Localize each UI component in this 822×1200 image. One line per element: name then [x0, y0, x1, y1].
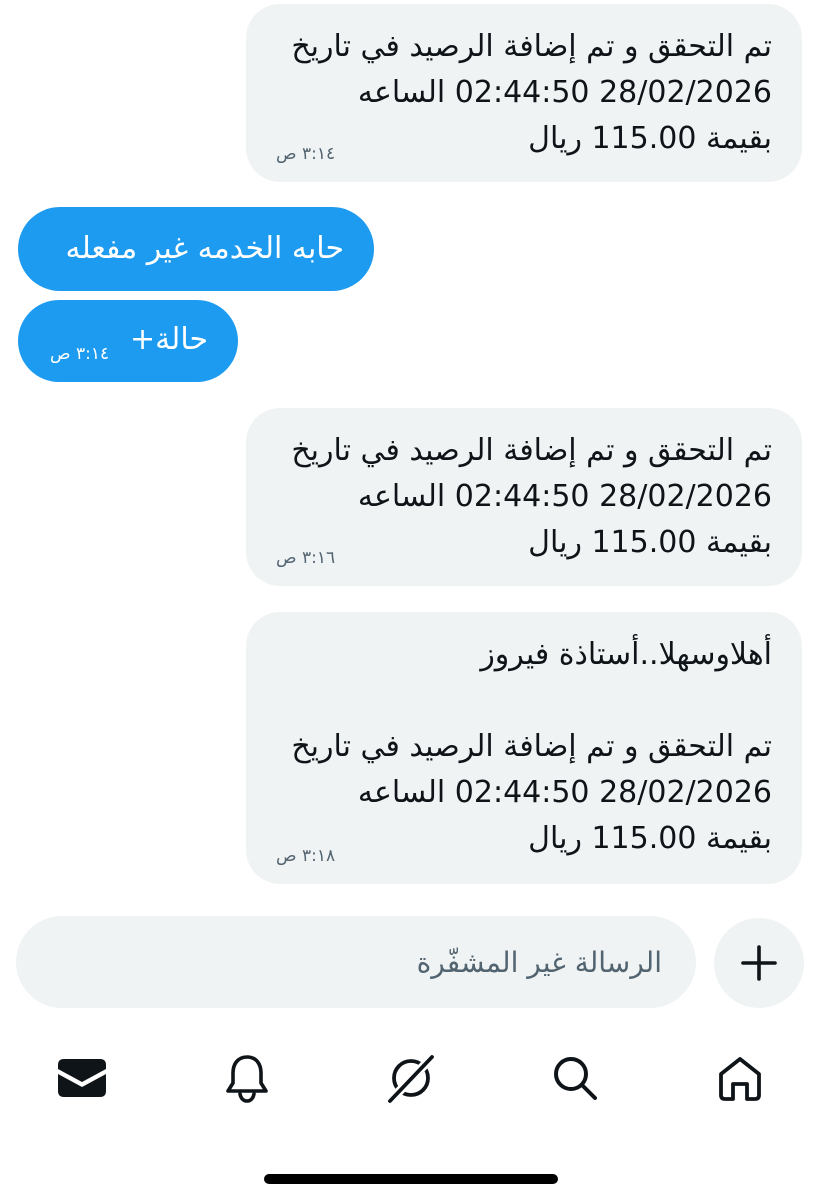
nav-grok[interactable]	[381, 1048, 441, 1108]
message-bubble-outgoing[interactable]: حابه الخدمه غير مفعله	[18, 207, 374, 291]
search-icon	[554, 1057, 597, 1100]
message-bubble-outgoing[interactable]: حالة+ ٣:١٤ ص	[18, 300, 238, 382]
message-line: 28/02/2026 02:44:50 الساعه	[357, 75, 772, 110]
message-text: حابه الخدمه غير مفعله	[65, 231, 345, 266]
message-text: حالة+	[129, 322, 208, 357]
envelope-icon	[58, 1059, 106, 1097]
message-timestamp: ٣:١٤ ص	[276, 144, 336, 164]
nav-notifications[interactable]	[217, 1048, 277, 1108]
home-indicator-bar[interactable]	[264, 1174, 558, 1184]
message-line: أهلاوسهلا..أستاذة فيروز	[480, 637, 772, 672]
message-line: تم التحقق و تم إضافة الرصيد في تاريخ	[291, 433, 772, 468]
message-timestamp: ٣:١٦ ص	[276, 548, 336, 568]
message-line	[272, 678, 772, 724]
message-bubble-incoming[interactable]: أهلاوسهلا..أستاذة فيروز تم التحقق و تم إ…	[246, 612, 802, 884]
nav-messages[interactable]	[52, 1048, 112, 1108]
message-line: تم التحقق و تم إضافة الرصيد في تاريخ	[291, 29, 772, 64]
message-input[interactable]: الرسالة غير المشفّرة	[16, 916, 696, 1008]
message-input-placeholder: الرسالة غير المشفّرة	[416, 945, 662, 979]
message-timestamp: ٣:١٨ ص	[276, 846, 336, 866]
message-line: 28/02/2026 02:44:50 الساعه	[357, 775, 772, 810]
bell-icon	[226, 1055, 268, 1103]
message-line: تم التحقق و تم إضافة الرصيد في تاريخ	[291, 729, 772, 764]
message-line: 28/02/2026 02:44:50 الساعه	[357, 479, 772, 514]
home-icon	[719, 1057, 761, 1101]
nav-home[interactable]	[710, 1048, 770, 1108]
plus-icon	[741, 945, 777, 981]
message-line: بقيمة 115.00 ريال	[528, 525, 772, 560]
nav-search[interactable]	[545, 1048, 605, 1108]
message-bubble-incoming[interactable]: تم التحقق و تم إضافة الرصيد في تاريخ 28/…	[246, 4, 802, 182]
message-line: بقيمة 115.00 ريال	[528, 121, 772, 156]
add-attachment-button[interactable]	[714, 918, 804, 1008]
grok-icon	[387, 1052, 437, 1104]
message-timestamp: ٣:١٤ ص	[50, 344, 110, 364]
message-bubble-incoming[interactable]: تم التحقق و تم إضافة الرصيد في تاريخ 28/…	[246, 408, 802, 586]
message-line: بقيمة 115.00 ريال	[528, 821, 772, 856]
